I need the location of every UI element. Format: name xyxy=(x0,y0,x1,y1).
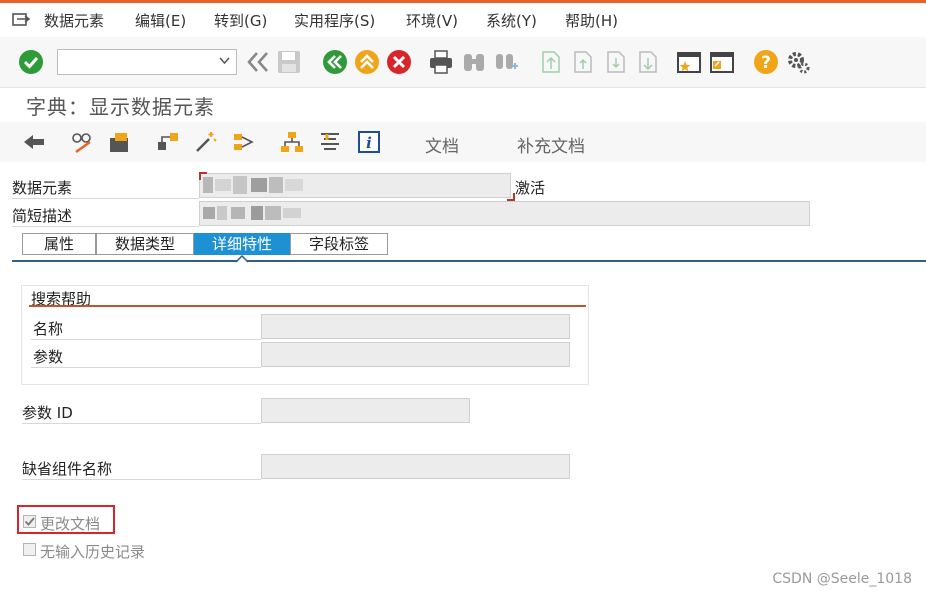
focus-corner-marker xyxy=(507,193,515,201)
search-help-name-field[interactable] xyxy=(261,314,570,339)
first-page-icon[interactable] xyxy=(538,49,564,75)
generate-shortcut-icon[interactable] xyxy=(709,49,735,75)
tab-attributes[interactable]: 属性 xyxy=(22,233,96,255)
display-change-icon[interactable] xyxy=(70,130,94,154)
default-component-name-label: 缺省组件名称 xyxy=(22,460,113,478)
default-component-name-field[interactable] xyxy=(261,454,570,479)
search-help-name-label: 名称 xyxy=(33,320,64,338)
row-divider xyxy=(22,479,261,480)
command-field[interactable] xyxy=(57,49,237,75)
data-element-label: 数据元素 xyxy=(12,179,73,197)
previous-page-icon[interactable] xyxy=(570,49,596,75)
application-toolbar: i 文档 补充文档 xyxy=(0,122,926,162)
enter-icon[interactable] xyxy=(18,49,44,75)
no-input-history-checkbox[interactable] xyxy=(23,543,36,556)
redacted-value xyxy=(203,202,313,224)
help-icon[interactable]: ? xyxy=(753,49,779,75)
svg-text:i: i xyxy=(366,134,372,152)
info-icon[interactable]: i xyxy=(357,130,381,154)
status-label: 激活 xyxy=(515,179,546,197)
back-icon[interactable] xyxy=(322,49,348,75)
menu-item-edit[interactable]: 编辑(E) xyxy=(135,10,186,31)
menu-item-utilities[interactable]: 实用程序(S) xyxy=(294,10,375,31)
tab-further-characteristics[interactable]: 详细特性 xyxy=(194,233,290,255)
row-divider xyxy=(22,423,261,424)
search-help-param-label: 参数 xyxy=(33,348,64,366)
menu-item-system[interactable]: 系统(Y) xyxy=(486,10,537,31)
menu-item-environment[interactable]: 环境(V) xyxy=(406,10,458,31)
where-used-icon[interactable] xyxy=(156,130,180,154)
menu-icon[interactable] xyxy=(12,12,30,28)
tab-field-label[interactable]: 字段标签 xyxy=(290,233,388,255)
collapse-toolbar-icon[interactable] xyxy=(245,49,271,75)
search-help-param-field[interactable] xyxy=(261,342,570,367)
row-divider xyxy=(12,226,199,227)
navigation-icon[interactable] xyxy=(232,130,256,154)
page-title: 字典：显示数据元素 xyxy=(26,95,215,119)
documentation-button[interactable]: 文档 xyxy=(425,132,459,157)
print-icon[interactable] xyxy=(428,49,454,75)
exit-icon[interactable] xyxy=(354,49,380,75)
menu-item-help[interactable]: 帮助(H) xyxy=(565,10,618,31)
row-divider xyxy=(31,367,261,368)
standard-toolbar: ? xyxy=(0,37,926,88)
next-page-icon[interactable] xyxy=(603,49,629,75)
redacted-value xyxy=(203,174,313,196)
menu-bar: 数据元素 编辑(E) 转到(G) 实用程序(S) 环境(V) 系统(Y) 帮助(… xyxy=(0,3,926,37)
cancel-icon[interactable] xyxy=(386,49,412,75)
last-page-icon[interactable] xyxy=(635,49,661,75)
save-icon[interactable] xyxy=(276,49,302,75)
row-divider xyxy=(12,198,199,199)
find-next-icon[interactable] xyxy=(493,49,519,75)
group-title-underline xyxy=(29,305,586,307)
parameter-id-field[interactable] xyxy=(261,398,470,423)
watermark: CSDN @Seele_1018 xyxy=(772,571,912,587)
parameter-id-label: 参数 ID xyxy=(22,404,73,422)
tab-underline xyxy=(12,260,926,262)
change-document-label: 更改文档 xyxy=(40,515,101,533)
change-document-checkbox[interactable] xyxy=(23,515,36,528)
activate-icon[interactable] xyxy=(107,130,131,154)
list-icon[interactable] xyxy=(318,130,342,154)
menu-item-data-element[interactable]: 数据元素 xyxy=(44,10,104,31)
hierarchy-icon[interactable] xyxy=(280,130,304,154)
settings-gear-icon[interactable] xyxy=(785,49,811,75)
back-arrow-icon[interactable] xyxy=(22,130,46,154)
active-tab-pointer-icon xyxy=(236,255,248,263)
short-description-label: 简短描述 xyxy=(12,207,73,225)
tab-data-type[interactable]: 数据类型 xyxy=(96,233,194,255)
new-session-icon[interactable] xyxy=(676,49,702,75)
magic-wand-icon[interactable] xyxy=(194,130,218,154)
find-icon[interactable] xyxy=(461,49,487,75)
svg-text:?: ? xyxy=(761,53,771,73)
supplementary-documentation-button[interactable]: 补充文档 xyxy=(517,132,585,157)
no-input-history-label: 无输入历史记录 xyxy=(40,543,146,561)
menu-item-goto[interactable]: 转到(G) xyxy=(214,10,267,31)
row-divider xyxy=(31,339,261,340)
chevron-down-icon[interactable] xyxy=(219,57,230,65)
